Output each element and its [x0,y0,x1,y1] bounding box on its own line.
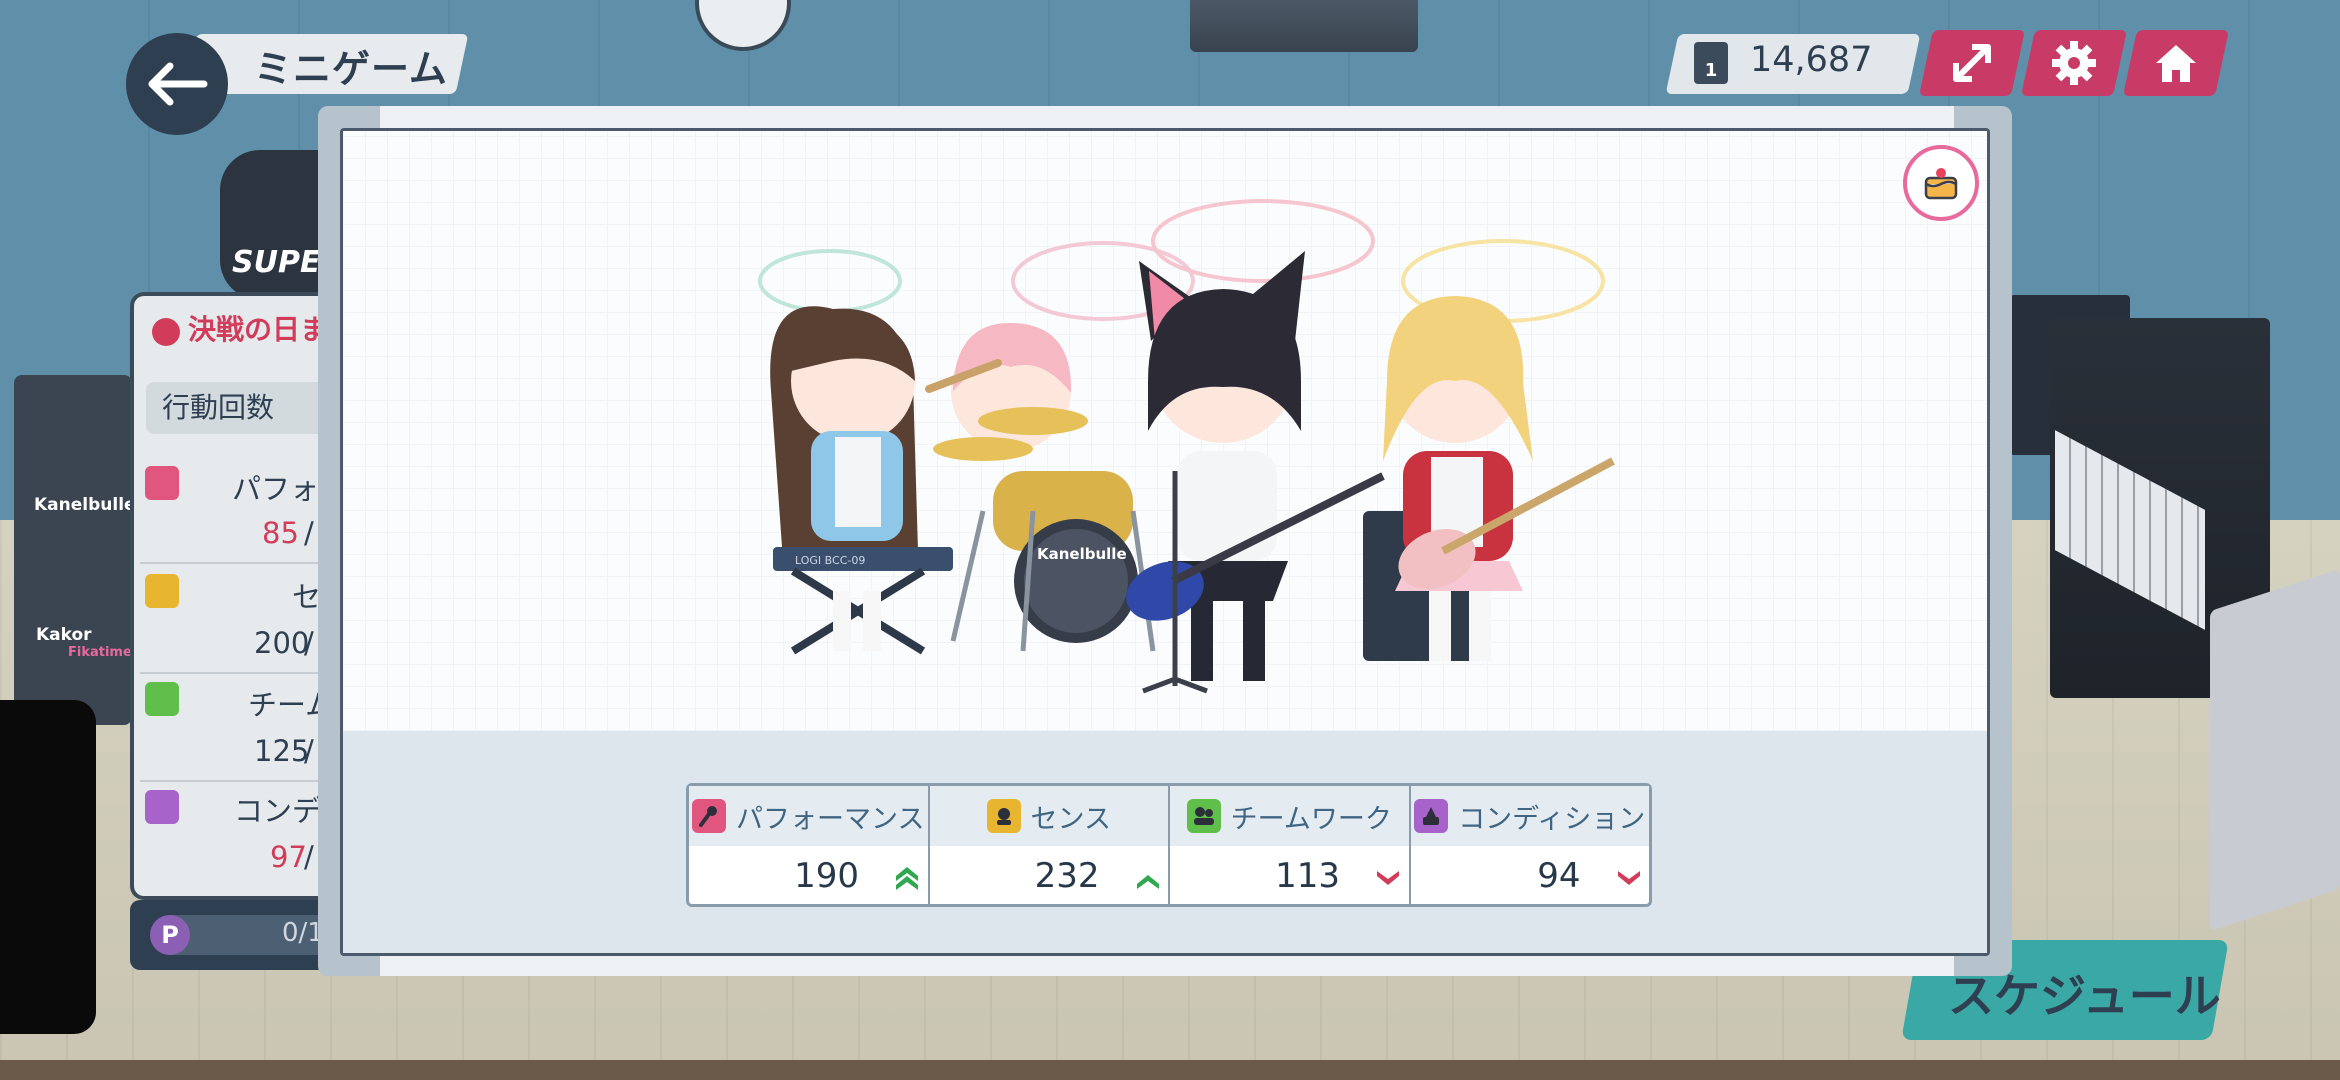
stat-condition: コンディション 94 [1410,786,1649,904]
performance-icon [145,466,179,500]
trend-up-double-icon [896,867,918,890]
phone-device [0,700,96,1034]
slash: / [304,626,314,660]
home-button[interactable] [2122,30,2230,96]
clock-icon [152,318,180,346]
slash: / [304,840,314,874]
sense-value: 200 [254,626,310,660]
vocalist-character [1126,251,1385,694]
gear-icon [2052,41,2096,85]
band-illustration-area: LOGI BCC-09 Kanelbulle [343,131,1987,731]
settings-button[interactable] [2020,30,2128,96]
stat-name: センス [1030,803,1111,835]
currency-value: 14,687 [1750,40,1873,80]
trend-down-icon [1617,871,1640,885]
stat-header: センス [929,786,1168,846]
condition-label: コンデ [234,794,322,828]
page-title: ミニゲーム [254,47,448,91]
slash: / [304,734,314,768]
home-icon [2156,45,2196,82]
stat-header: コンディション [1410,786,1649,846]
cake-button[interactable] [1903,145,1979,221]
sticker-board: Kanelbulle Kakor Fikatime [14,375,136,725]
teamwork-icon [1186,799,1221,833]
super-rush-logo: SUPER RUSH [232,245,332,280]
keyboard-brand-text: LOGI BCC-09 [795,554,865,567]
teamwork-icon [145,682,179,716]
stat-sense: センス 232 [929,786,1170,904]
drummer-character: Kanelbulle [925,322,1156,652]
stat-value: 94 [1537,856,1581,896]
stat-name: チームワーク [1230,803,1392,835]
stat-header: パフォーマンス [689,786,928,846]
stat-name: コンディション [1458,803,1646,835]
stat-teamwork: チームワーク 113 [1170,786,1411,904]
trend-up-icon [1136,875,1159,889]
arrow-left-icon [148,62,208,106]
condition-icon [145,790,179,824]
amplifier [2210,568,2340,932]
stat-value: 113 [1275,856,1340,896]
floor-edge [0,1060,2340,1080]
divider [140,780,340,782]
slash: / [304,516,314,550]
microphone-icon [692,799,727,833]
divider [140,672,340,674]
condition-value: 97 [270,840,307,874]
sense-icon [986,799,1021,833]
sense-icon [145,574,179,608]
back-button[interactable] [126,33,228,135]
teamwork-value: 125 [254,734,310,768]
deadline-label: 決戦の日ま [188,313,329,346]
drum-brand-text: Kanelbulle [1037,545,1127,563]
stat-header: チームワーク [1170,786,1409,846]
band-stats-table: パフォーマンス 190 センス 232 チームワーク 113 コンディション 9… [686,783,1652,907]
halo-icon [1151,199,1375,283]
sense-label: セ [292,580,322,614]
halo-icon [758,249,902,313]
expand-icon [1953,44,1991,82]
sticker-fikatime: Fikatime [68,645,132,660]
expand-button[interactable] [1918,30,2026,96]
guitarist-character [1363,296,1615,661]
stat-value: 190 [794,856,859,896]
divider [140,562,340,564]
band-illustration: LOGI BCC-09 Kanelbulle [758,199,1615,694]
performance-value: 85 [262,516,299,550]
stat-value: 232 [1034,856,1100,896]
modal-bottom-bar [380,956,1954,976]
keyboardist-character: LOGI BCC-09 [770,306,953,655]
stat-performance: パフォーマンス 190 [689,786,930,904]
sticker-kanelbulle: Kanelbulle [34,495,136,515]
stat-name: パフォーマンス [736,803,925,835]
sticker-kakor: Kakor [36,625,92,645]
cake-icon [1924,168,1958,200]
cake-icon [1414,799,1449,833]
air-conditioner [1190,0,1418,52]
modal-top-bar [380,106,1954,128]
action-count-label: 行動回数 [162,391,275,424]
points-icon: P [150,915,190,955]
trend-down-icon [1377,871,1399,885]
calendar-icon: 1 [1694,42,1728,84]
